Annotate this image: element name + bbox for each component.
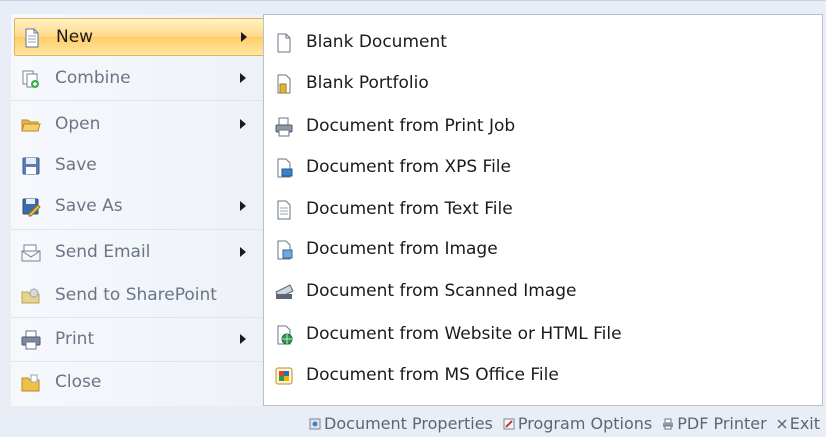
submenu-arrow-icon (240, 334, 246, 344)
text-file-icon (274, 200, 294, 220)
submenu-item-label: Blank Portfolio (306, 73, 429, 93)
blank-portfolio-icon (274, 74, 294, 94)
submenu-arrow-icon (240, 73, 246, 83)
menu-separator (11, 361, 262, 362)
new-submenu: Blank Document Blank Portfolio Document … (263, 14, 823, 406)
submenu-item-label: Document from Scanned Image (306, 281, 577, 301)
menu-separator (11, 317, 262, 318)
submenu-arrow-icon (240, 247, 246, 257)
menu-item-print-label: Print (55, 329, 95, 349)
menu-footer: Document Properties Program Options PDF … (0, 409, 826, 438)
menu-item-save-as-label: Save As (55, 196, 123, 216)
submenu-item-website[interactable]: Document from Website or HTML File (264, 315, 822, 355)
exit-label: Exit (789, 414, 820, 433)
submenu-item-label: Document from MS Office File (306, 365, 559, 385)
menu-item-send-sharepoint-label: Send to SharePoint (55, 285, 217, 305)
exit-icon (777, 418, 787, 430)
close-folder-icon (21, 373, 41, 393)
submenu-arrow-icon (241, 32, 247, 42)
submenu-item-print-job[interactable]: Document from Print Job (264, 107, 822, 147)
submenu-item-label: Document from Image (306, 239, 498, 259)
print-job-icon (274, 117, 294, 137)
menu-separator (11, 229, 262, 230)
submenu-arrow-icon (240, 119, 246, 129)
submenu-item-text-file[interactable]: Document from Text File (264, 190, 822, 230)
pdf-printer-icon (662, 418, 674, 430)
menu-item-open[interactable]: Open (11, 106, 262, 144)
menu-item-send-email[interactable]: Send Email (11, 234, 262, 272)
menu-item-new-label: New (56, 27, 94, 47)
submenu-item-label: Document from XPS File (306, 157, 511, 177)
application-menu: New Combine Open Save Save As Send Email… (0, 0, 826, 437)
menu-item-send-sharepoint[interactable]: Send to SharePoint (11, 277, 262, 315)
web-file-icon (274, 325, 294, 345)
save-as-icon (21, 197, 41, 217)
program-options-icon (503, 418, 515, 430)
submenu-item-blank-document[interactable]: Blank Document (264, 23, 822, 63)
document-properties-label: Document Properties (324, 414, 493, 433)
submenu-item-label: Document from Print Job (306, 116, 516, 136)
menu-item-save[interactable]: Save (11, 147, 262, 185)
submenu-arrow-icon (240, 201, 246, 211)
email-icon (21, 243, 41, 263)
xps-file-icon (274, 158, 294, 178)
menu-item-combine-label: Combine (55, 68, 131, 88)
menu-item-new[interactable]: New (14, 18, 269, 56)
blank-document-icon (274, 33, 294, 53)
menu-item-combine[interactable]: Combine (11, 60, 262, 98)
pdf-printer-label: PDF Printer (677, 414, 767, 433)
submenu-item-xps-file[interactable]: Document from XPS File (264, 148, 822, 188)
open-folder-icon (21, 115, 41, 135)
new-document-icon (22, 28, 42, 48)
submenu-item-scanned-image[interactable]: Document from Scanned Image (264, 272, 822, 312)
image-file-icon (274, 240, 294, 260)
submenu-item-ms-office[interactable]: Document from MS Office File (264, 356, 822, 396)
program-options-button[interactable]: Program Options (503, 414, 652, 433)
scanner-icon (274, 282, 294, 302)
submenu-item-label: Blank Document (306, 32, 447, 52)
document-properties-button[interactable]: Document Properties (309, 414, 493, 433)
pdf-printer-button[interactable]: PDF Printer (662, 414, 767, 433)
menu-item-close[interactable]: Close (11, 364, 262, 402)
menu-item-close-label: Close (55, 372, 102, 392)
menu-item-print[interactable]: Print (11, 321, 262, 359)
submenu-item-label: Document from Website or HTML File (306, 324, 622, 344)
exit-button[interactable]: Exit (777, 414, 820, 433)
submenu-item-label: Document from Text File (306, 199, 513, 219)
save-disk-icon (21, 156, 41, 176)
printer-icon (21, 330, 41, 350)
office-file-icon (274, 366, 294, 386)
document-properties-icon (309, 418, 321, 430)
menu-item-send-email-label: Send Email (55, 242, 151, 262)
program-options-label: Program Options (517, 414, 653, 433)
menu-item-save-label: Save (55, 155, 97, 175)
sharepoint-icon (21, 286, 41, 306)
menu-separator (11, 100, 262, 101)
submenu-item-image[interactable]: Document from Image (264, 230, 822, 270)
menu-item-save-as[interactable]: Save As (11, 188, 262, 226)
menu-item-open-label: Open (55, 114, 101, 134)
combine-icon (21, 69, 41, 89)
submenu-item-blank-portfolio[interactable]: Blank Portfolio (264, 64, 822, 104)
